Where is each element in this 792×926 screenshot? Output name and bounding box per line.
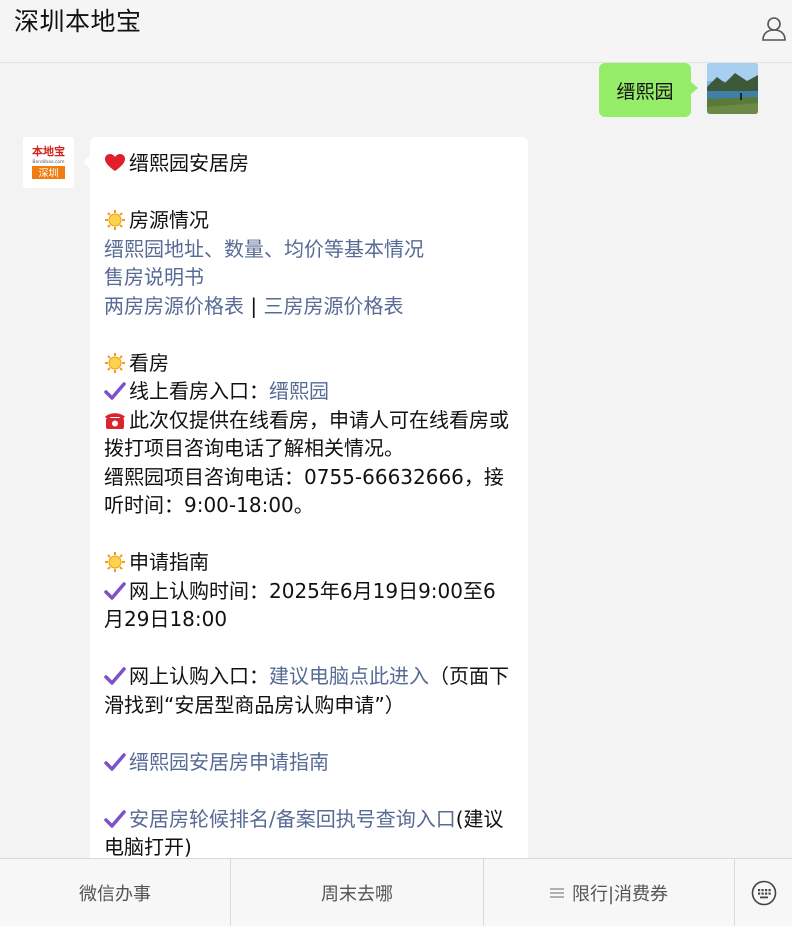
logo-top-text: 本地宝 bbox=[32, 144, 65, 158]
my-avatar[interactable] bbox=[707, 63, 758, 114]
section-viewing-title: 看房 bbox=[129, 350, 169, 375]
menu-tab-weekend[interactable]: 周末去哪 bbox=[231, 859, 484, 926]
message-heading-line: 缙熙园安居房 bbox=[104, 149, 514, 178]
ranking-query-link[interactable]: 安居房轮候排名/备案回执号查询入口 bbox=[129, 807, 456, 831]
chat-title: 深圳本地宝 bbox=[14, 7, 142, 36]
phone-note: 此次仅提供在线看房，申请人可在线看房或拨打项目咨询电话了解相关情况。 bbox=[104, 407, 509, 461]
submenu-icon bbox=[549, 887, 564, 898]
menu-tab-label: 微信办事 bbox=[79, 883, 151, 905]
sun-icon bbox=[105, 210, 125, 230]
section-guide-title-line: 申请指南 bbox=[104, 548, 514, 577]
logo-bottom-text: 深圳 bbox=[39, 168, 59, 180]
section-guide-title: 申请指南 bbox=[129, 550, 209, 574]
telephone-icon bbox=[105, 412, 125, 429]
outgoing-message-bubble[interactable]: 缙熙园 bbox=[599, 63, 698, 117]
two-room-price-link[interactable]: 两房房源价格表 bbox=[104, 294, 244, 318]
basic-info-link[interactable]: 缙熙园地址、数量、均价等基本情况 bbox=[104, 237, 424, 261]
check-icon bbox=[104, 667, 126, 685]
sun-icon bbox=[105, 552, 125, 572]
keyboard-icon bbox=[751, 880, 776, 905]
sales-manual-link[interactable]: 售房说明书 bbox=[104, 265, 204, 289]
logo-mid-text: Bendibao.com bbox=[32, 159, 64, 165]
section-viewing-title-line: 看房 bbox=[104, 349, 514, 378]
three-room-price-link[interactable]: 三房房源价格表 bbox=[263, 294, 403, 318]
outgoing-message-text: 缙熙园 bbox=[616, 80, 674, 103]
menu-tab-label: 限行|消费券 bbox=[571, 883, 669, 905]
subscribe-time: 网上认购时间：2025年6月19日9:00至6月29日18:00 bbox=[104, 578, 496, 632]
section-housing-title-line: 房源情况 bbox=[104, 206, 514, 235]
chat-header: 深圳本地宝 bbox=[0, 0, 792, 63]
application-guide-link[interactable]: 缙熙园安居房申请指南 bbox=[129, 750, 329, 774]
bottom-menu-bar: 微信办事 周末去哪 限行|消费券 bbox=[0, 858, 792, 926]
subscribe-entry-label: 网上认购入口： bbox=[129, 664, 269, 688]
landscape-photo-icon bbox=[707, 63, 758, 114]
keyboard-toggle-button[interactable] bbox=[735, 859, 792, 926]
link-separator: | bbox=[244, 293, 264, 318]
phone-info: 缙熙园项目咨询电话：0755-66632666，接听时间：9:00-18:00。 bbox=[104, 464, 504, 518]
check-icon bbox=[104, 581, 126, 600]
bendibao-logo-icon: 本地宝 Bendibao.com 深圳 bbox=[23, 137, 74, 188]
check-icon bbox=[104, 809, 126, 828]
incoming-message-bubble: 缙熙园安居房 房源情况 缙熙园地址、数量、均价等基本情况 售房说明书 两房房源价… bbox=[83, 137, 528, 897]
sun-icon bbox=[105, 352, 125, 373]
check-icon bbox=[104, 752, 126, 771]
menu-tab-label: 周末去哪 bbox=[321, 883, 393, 905]
section-housing-title: 房源情况 bbox=[129, 208, 209, 232]
check-icon bbox=[104, 382, 126, 400]
online-view-link[interactable]: 缙熙园 bbox=[269, 379, 329, 403]
menu-tab-traffic-coupons[interactable]: 限行|消费券 bbox=[484, 859, 735, 926]
red-heart-icon bbox=[105, 154, 125, 171]
online-view-label: 线上看房入口： bbox=[129, 379, 269, 403]
user-icon[interactable] bbox=[760, 14, 788, 42]
menu-tab-wechat-services[interactable]: 微信办事 bbox=[0, 859, 231, 926]
subscribe-entry-link[interactable]: 建议电脑点此进入 bbox=[269, 664, 429, 688]
official-account-avatar[interactable]: 本地宝 Bendibao.com 深圳 bbox=[23, 137, 74, 188]
message-heading: 缙熙园安居房 bbox=[129, 151, 249, 175]
